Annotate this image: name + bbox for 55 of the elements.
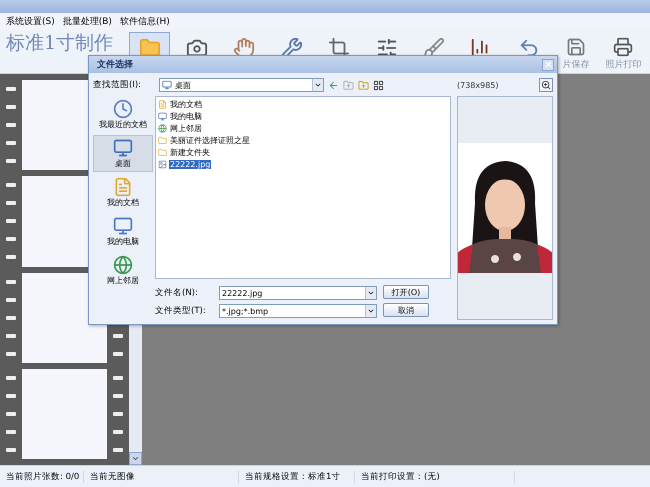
status-text: 当前无图像 (84, 470, 239, 482)
zoom-button[interactable] (539, 78, 553, 92)
clock-icon (113, 99, 133, 119)
close-icon (544, 60, 552, 69)
look-in-label: 查找范围(I): (93, 79, 142, 91)
file-item[interactable]: 新建文件夹 (169, 147, 211, 158)
file-item[interactable]: 22222.jpg (169, 160, 212, 169)
globe-icon (113, 255, 133, 275)
image-size: (738x985) (457, 80, 499, 90)
monitor-icon (113, 138, 133, 158)
back-icon[interactable] (328, 80, 339, 90)
chevron-down-icon (367, 307, 375, 315)
file-item[interactable]: 我的电脑 (169, 111, 203, 122)
chevron-down-icon (367, 289, 375, 297)
computer-icon (113, 216, 133, 236)
status-text: 当前规格设置：标准1寸 (239, 470, 355, 482)
look-in-dropdown[interactable]: 桌面 (159, 78, 324, 92)
places-item[interactable]: 桌面 (93, 135, 153, 172)
file-item[interactable]: 美丽证件选择证照之星 (169, 135, 251, 146)
new-folder-icon[interactable] (358, 80, 369, 90)
file-item[interactable]: 网上邻居 (169, 123, 203, 134)
zoom-in-icon (541, 80, 551, 90)
menu-item[interactable]: 系统设置(S) (6, 15, 55, 28)
filename-field[interactable]: 22222.jpg (219, 286, 377, 300)
globe-icon (158, 124, 167, 133)
scroll-down-button[interactable] (129, 452, 142, 465)
filetype-dropdown[interactable]: *.jpg;*.bmp (219, 304, 377, 318)
menu-item[interactable]: 批量处理(B) (62, 15, 112, 28)
cancel-button[interactable]: 取消 (383, 303, 429, 317)
document-icon (113, 177, 133, 197)
places-item[interactable]: 我的电脑 (93, 213, 153, 250)
chevron-down-icon (314, 81, 322, 89)
monitor-icon (162, 80, 172, 90)
filetype-label: 文件类型(T): (155, 305, 207, 317)
folder-icon (158, 148, 167, 157)
status-text: 当前打印设置：(无) (355, 470, 515, 482)
open-button[interactable]: 打开(O) (383, 285, 429, 299)
view-menu-icon[interactable] (373, 80, 384, 90)
places-item[interactable]: 我最近的文档 (93, 96, 153, 133)
close-button[interactable] (542, 58, 554, 70)
places-item[interactable]: 网上邻居 (93, 252, 153, 289)
printer-icon (612, 36, 634, 56)
folder-up-icon[interactable] (343, 80, 354, 90)
menu-item[interactable]: 软件信息(H) (120, 15, 170, 28)
document-icon (158, 100, 167, 109)
places-item[interactable]: 我的文档 (93, 174, 153, 211)
mode-title: 标准1寸制作 (6, 33, 114, 53)
chevron-down-icon (131, 454, 140, 463)
computer-icon (158, 112, 167, 121)
folder-icon (158, 136, 167, 145)
image-icon (158, 160, 167, 169)
dialog-title: 文件选择 (97, 58, 133, 71)
status-text: 当前照片张数: 0/0 (0, 470, 84, 482)
file-item[interactable]: 我的文档 (169, 99, 203, 110)
filename-label: 文件名(N): (155, 287, 199, 299)
